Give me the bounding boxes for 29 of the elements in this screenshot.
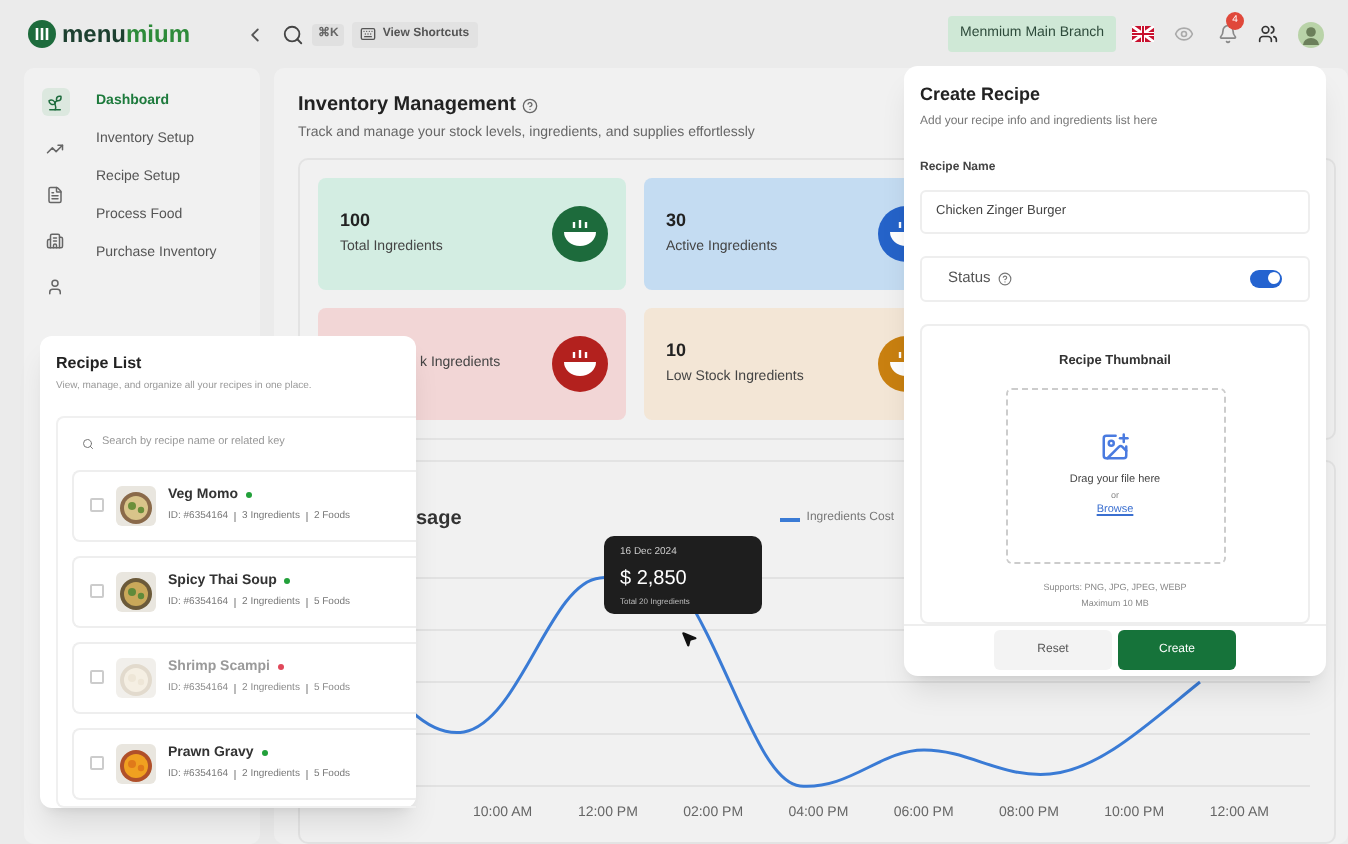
bowl-icon: [552, 205, 608, 261]
cursor-icon: [680, 629, 698, 647]
help-icon[interactable]: [521, 97, 538, 113]
image-upload-icon: [1100, 432, 1130, 463]
status-toggle[interactable]: [1250, 269, 1282, 287]
keyboard-icon: [360, 26, 377, 42]
checkbox[interactable]: [90, 498, 104, 512]
tooltip-amount: $ 2,850: [620, 566, 689, 594]
logo-text: menumium: [62, 18, 191, 52]
bell-icon[interactable]: [1218, 24, 1238, 44]
checkbox[interactable]: [90, 670, 104, 684]
bowl-icon: [552, 335, 608, 391]
sprout-icon[interactable]: [41, 88, 69, 116]
checkbox[interactable]: [90, 756, 104, 770]
checkbox[interactable]: [90, 584, 104, 598]
help-icon[interactable]: [998, 271, 1013, 285]
panel-title: Recipe List: [56, 352, 144, 376]
avatar-icon[interactable]: [1298, 21, 1324, 47]
flag-icon[interactable]: [1132, 26, 1154, 42]
stat-value: 10: [666, 337, 689, 363]
search-icon[interactable]: [282, 23, 304, 45]
stat-value: 100: [340, 207, 373, 233]
users-icon[interactable]: [1258, 24, 1278, 44]
panel-title: Create Recipe: [920, 82, 1043, 108]
page-title: Inventory Management: [298, 92, 516, 120]
chart-title: sage: [416, 506, 462, 534]
logo-icon: [28, 20, 56, 48]
stat-value: 30: [666, 207, 689, 233]
search-icon: [82, 437, 94, 449]
